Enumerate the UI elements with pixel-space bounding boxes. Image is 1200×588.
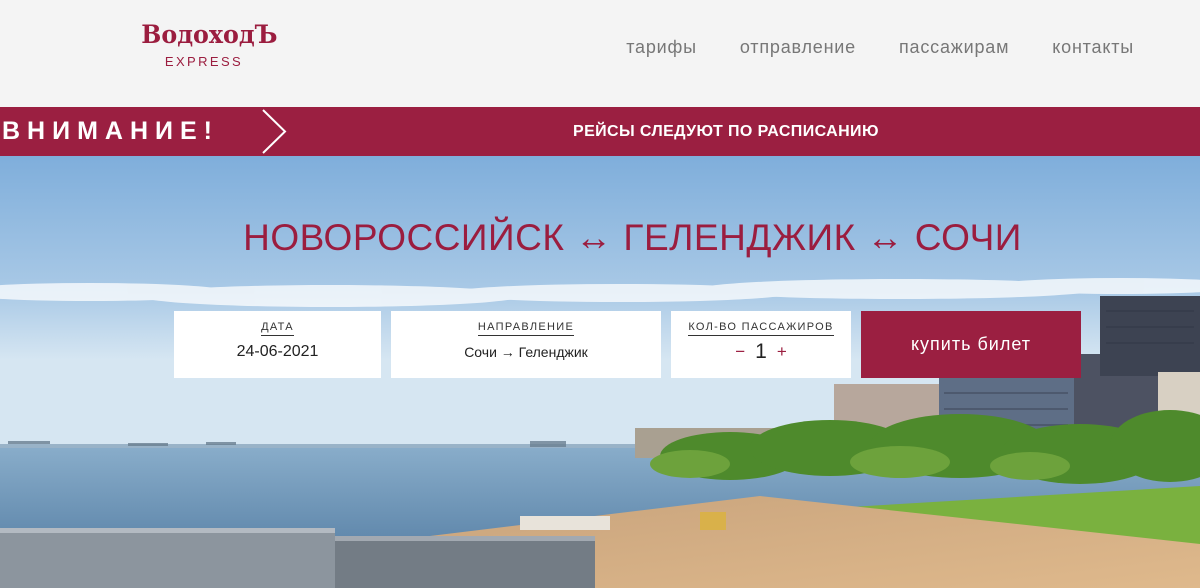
nav-contacts[interactable]: контакты (1052, 37, 1134, 58)
alert-bar: ВНИМАНИЕ! РЕЙСЫ СЛЕДУЮТ ПО РАСПИСАНИЮ (0, 107, 1200, 156)
date-field[interactable]: ДАТА 24-06-2021 (174, 311, 381, 378)
route-title: НОВОРОССИЙСК ↔ ГЕЛЕНДЖИК ↔ СОЧИ (243, 217, 1022, 258)
direction-value: Сочи → Геленджик (464, 344, 588, 360)
date-value: 24-06-2021 (236, 343, 319, 360)
passengers-stepper: − 1 + (671, 341, 851, 363)
direction-label: НАПРАВЛЕНИЕ (477, 320, 575, 336)
main-nav: тарифы отправление пассажирам контакты (626, 37, 1134, 58)
increment-button[interactable]: + (777, 342, 787, 362)
header: ВодоходЪ EXPRESS тарифы отправление пасс… (0, 0, 1200, 107)
direction-field[interactable]: НАПРАВЛЕНИЕ Сочи → Геленджик (391, 311, 661, 378)
decrement-button[interactable]: − (735, 342, 745, 362)
passengers-count: 1 (755, 340, 767, 363)
nav-departure[interactable]: отправление (740, 37, 856, 58)
logo-subtitle: EXPRESS (164, 54, 244, 69)
passengers-label: КОЛ-ВО ПАССАЖИРОВ (688, 320, 834, 336)
date-label: ДАТА (261, 320, 294, 336)
alert-message: РЕЙСЫ СЛЕДУЮТ ПО РАСПИСАНИЮ (573, 123, 879, 140)
nav-tariffs[interactable]: тарифы (626, 37, 697, 58)
logo[interactable]: ВодоходЪ EXPRESS (138, 20, 278, 70)
hero-section: НОВОРОССИЙСК ↔ ГЕЛЕНДЖИК ↔ СОЧИ ДАТА 24-… (0, 156, 1200, 588)
chevron-right-icon (262, 109, 287, 154)
passengers-field: КОЛ-ВО ПАССАЖИРОВ − 1 + (671, 311, 851, 378)
alert-label: ВНИМАНИЕ! (2, 117, 219, 145)
logo-title: ВодоходЪ (141, 20, 278, 49)
buy-ticket-button[interactable]: купить билет (861, 311, 1081, 378)
nav-passengers[interactable]: пассажирам (899, 37, 1009, 58)
